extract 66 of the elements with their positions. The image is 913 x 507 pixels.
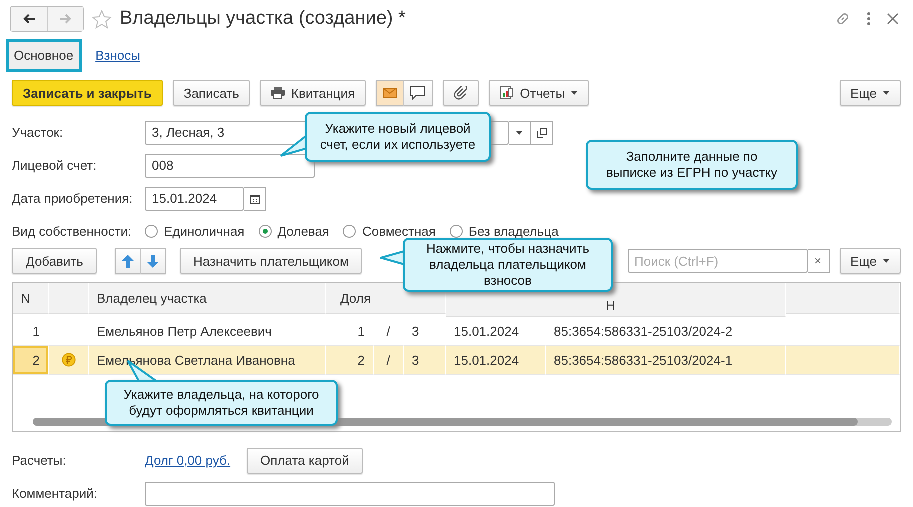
radio-option[interactable]: Долевая (258, 224, 330, 239)
move-down-button[interactable] (141, 248, 166, 274)
report-icon (500, 86, 514, 100)
field-label: Дата приобретения: (12, 191, 134, 206)
caret-icon (516, 130, 523, 134)
radio-option[interactable]: Единоличная (145, 224, 245, 239)
move-up-button[interactable] (115, 248, 142, 274)
column-header: N (13, 283, 49, 314)
assign-payer-button[interactable]: Назначить плательщиком (180, 248, 362, 274)
save-close-button[interactable]: Записать и закрыть (12, 80, 163, 106)
add-button[interactable]: Добавить (12, 248, 98, 274)
table-cell: 85:3654:586331-25103/2024-1 (546, 346, 786, 375)
open-button[interactable] (531, 120, 553, 144)
clear-search-button[interactable]: × (808, 249, 830, 273)
column-header (49, 283, 89, 314)
field-label: Расчеты: (12, 453, 68, 468)
field-label: Комментарий: (12, 486, 98, 501)
save-button[interactable]: Записать (172, 80, 250, 106)
caret-icon (571, 91, 578, 95)
star-icon[interactable] (92, 10, 112, 28)
table-cell: 2 (326, 346, 374, 375)
caret-icon (883, 91, 890, 95)
hint-tooltip: Нажмите, чтобы назначить владельца плательщиком взносов (403, 238, 613, 292)
column-header: Доля (340, 290, 371, 306)
kebab-menu-icon (867, 12, 871, 26)
open-window-icon (536, 128, 546, 138)
tab[interactable]: Взносы (88, 40, 148, 70)
dropdown-button[interactable] (509, 120, 531, 144)
account-field[interactable]: 008 (145, 154, 315, 178)
calendar-icon (250, 194, 260, 204)
card-payment-button[interactable]: Оплата картой (246, 448, 364, 474)
arrow-up-icon (122, 254, 134, 268)
table-cell: / (374, 346, 404, 375)
calendar-button[interactable] (244, 186, 266, 210)
speech-bubble-icon (410, 86, 426, 100)
comment-field[interactable] (145, 482, 555, 506)
receipt-button[interactable]: Квитанция (260, 80, 366, 106)
tab[interactable]: Основное (6, 38, 82, 72)
row-number: 2 (13, 346, 49, 375)
back-arrow-icon (22, 14, 36, 24)
link-icon (835, 11, 851, 27)
paperclip-icon (454, 86, 468, 100)
more-button[interactable]: Еще (840, 80, 901, 106)
table-cell: Емельянова Светлана Ивановна (89, 346, 326, 375)
hint-tooltip: Заполните данные по выписке из ЕГРН по участку (586, 140, 798, 190)
field-label: Вид собственности: (12, 224, 133, 239)
arrow-down-icon (147, 254, 160, 268)
back-button[interactable] (11, 7, 47, 31)
field-label: Лицевой счет: (12, 158, 98, 173)
debt-link[interactable]: Долг 0,00 руб. (145, 453, 231, 468)
column-header: Н (606, 298, 616, 313)
caret-icon (883, 259, 890, 263)
date-field[interactable]: 15.01.2024 (145, 186, 244, 210)
envelope-icon (383, 88, 398, 98)
window-title: Владельцы участка (создание) * (120, 8, 406, 30)
field-label: Участок: (12, 125, 64, 140)
forward-arrow-icon (59, 14, 72, 24)
attach-button[interactable] (443, 80, 480, 106)
table-cell: 3 (404, 346, 446, 375)
column-header: Владелец участка (89, 283, 326, 314)
printer-icon (271, 87, 286, 99)
more-button[interactable]: Еще (840, 248, 901, 274)
comment-button[interactable] (404, 80, 434, 106)
close-icon (887, 13, 899, 25)
table-cell: 15.01.2024 (446, 346, 546, 375)
reports-button[interactable]: Отчеты (489, 80, 590, 106)
